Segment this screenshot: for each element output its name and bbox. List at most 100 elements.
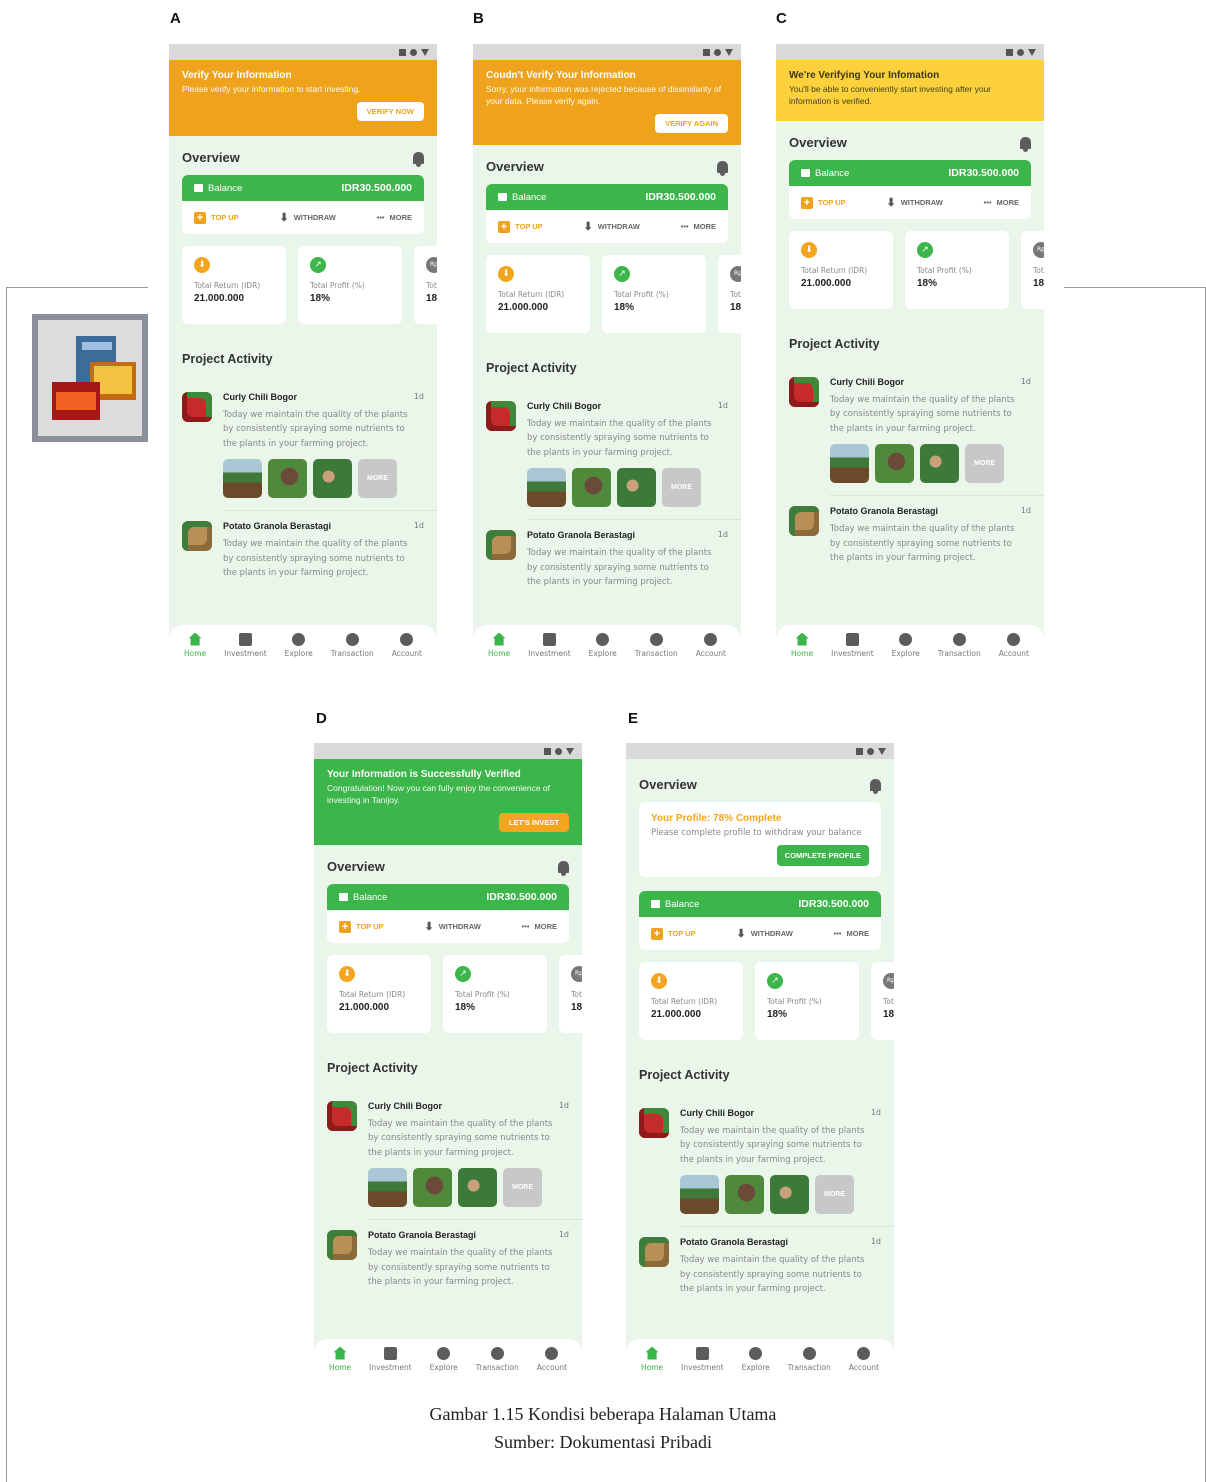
wallet-icon xyxy=(194,183,203,192)
partial-stat-card[interactable]: Rp Tot 18 xyxy=(871,962,894,1040)
activity-item[interactable]: Potato Granola Berastagi 1d Today we main… xyxy=(626,1227,894,1296)
tab-home[interactable]: Home xyxy=(184,632,206,658)
total-profit-card[interactable]: ↗ Total Profit (%) 18% xyxy=(443,955,547,1033)
tab-explore[interactable]: Explore xyxy=(589,632,617,658)
farm-photo[interactable] xyxy=(680,1175,719,1215)
farm-photo[interactable] xyxy=(527,468,566,508)
tab-account[interactable]: Account xyxy=(537,1346,567,1372)
total-return-card[interactable]: ⬇ Total Return (IDR) 21.000.000 xyxy=(182,246,286,324)
tab-investment[interactable]: Investment xyxy=(831,632,874,658)
tab-explore[interactable]: Explore xyxy=(430,1346,458,1372)
partial-stat-card[interactable]: Rp Tot 18 xyxy=(559,955,582,1033)
tab-home[interactable]: Home xyxy=(641,1346,663,1372)
total-return-card[interactable]: ⬇ Total Return (IDR) 21.000.000 xyxy=(327,955,431,1033)
bell-icon[interactable] xyxy=(558,860,569,876)
activity-item[interactable]: Potato Granola Berastagi 1d Today we main… xyxy=(473,520,741,589)
tab-home[interactable]: Home xyxy=(329,1346,351,1372)
tab-investment[interactable]: Investment xyxy=(681,1346,724,1372)
overview-title: Overview xyxy=(486,159,544,174)
tab-account[interactable]: Account xyxy=(392,632,422,658)
activity-item[interactable]: Curly Chili Bogor 1d Today we maintain th… xyxy=(314,1091,582,1219)
top-up-button[interactable]: + TOP UP xyxy=(651,927,696,940)
top-up-button[interactable]: + TOP UP xyxy=(194,211,239,224)
farm-photo[interactable] xyxy=(875,444,914,484)
partial-stat-card[interactable]: Rp Tot 18 xyxy=(718,255,741,333)
top-up-button[interactable]: + TOP UP xyxy=(339,920,384,933)
farm-photo[interactable] xyxy=(572,468,611,508)
more-photos-button[interactable]: MORE xyxy=(815,1175,854,1215)
farm-photo[interactable] xyxy=(223,459,262,499)
total-return-card[interactable]: ⬇ Total Return (IDR) 21.000.000 xyxy=(789,231,893,309)
verifying-banner: We're Verifying Your Infomation You'll b… xyxy=(776,60,1044,121)
tab-transaction[interactable]: Transaction xyxy=(938,632,981,658)
farm-photo[interactable] xyxy=(313,459,352,499)
withdraw-button[interactable]: ⬇ WITHDRAW xyxy=(886,196,942,209)
total-profit-card[interactable]: ↗ Total Profit (%) 18% xyxy=(755,962,859,1040)
activity-item[interactable]: Curly Chili Bogor 1d Today we maintain th… xyxy=(169,382,437,510)
rupiah-icon: Rp xyxy=(571,966,582,982)
bell-icon[interactable] xyxy=(870,778,881,794)
farm-photo[interactable] xyxy=(413,1168,452,1208)
verify-again-button[interactable]: VERIFY AGAIN xyxy=(655,113,728,133)
tab-investment[interactable]: Investment xyxy=(224,632,267,658)
verify-now-button[interactable]: VERIFY NOW xyxy=(356,101,424,121)
tab-explore[interactable]: Explore xyxy=(285,632,313,658)
total-profit-card[interactable]: ↗ Total Profit (%) 18% xyxy=(905,231,1009,309)
farm-photo[interactable] xyxy=(725,1175,764,1215)
activity-item[interactable]: Curly Chili Bogor 1d Today we maintain th… xyxy=(626,1098,894,1226)
total-profit-card[interactable]: ↗ Total Profit (%) 18% xyxy=(298,246,402,324)
farm-photo[interactable] xyxy=(770,1175,809,1215)
farm-photo[interactable] xyxy=(268,459,307,499)
tab-investment[interactable]: Investment xyxy=(369,1346,412,1372)
tab-home[interactable]: Home xyxy=(488,632,510,658)
more-button[interactable]: ••• MORE xyxy=(377,213,412,222)
farm-photo[interactable] xyxy=(458,1168,497,1208)
activity-item[interactable]: Potato Granola Berastagi 1d Today we main… xyxy=(776,496,1044,565)
more-button[interactable]: ••• MORE xyxy=(984,198,1019,207)
tab-transaction[interactable]: Transaction xyxy=(476,1346,519,1372)
more-photos-button[interactable]: MORE xyxy=(358,459,397,499)
tab-transaction[interactable]: Transaction xyxy=(788,1346,831,1372)
partial-stat-card[interactable]: Rp Tot 18 xyxy=(414,246,437,324)
farm-photo[interactable] xyxy=(920,444,959,484)
farm-photo[interactable] xyxy=(830,444,869,484)
more-button[interactable]: ••• MORE xyxy=(834,929,869,938)
activity-item[interactable]: Curly Chili Bogor 1d Today we maintain th… xyxy=(473,391,741,519)
tab-home[interactable]: Home xyxy=(791,632,813,658)
tab-account[interactable]: Account xyxy=(696,632,726,658)
more-photos-button[interactable]: MORE xyxy=(662,468,701,508)
top-up-button[interactable]: + TOP UP xyxy=(801,196,846,209)
tab-account[interactable]: Account xyxy=(849,1346,879,1372)
farm-photo[interactable] xyxy=(617,468,656,508)
more-button[interactable]: ••• MORE xyxy=(681,222,716,231)
tab-explore[interactable]: Explore xyxy=(742,1346,770,1372)
total-return-card[interactable]: ⬇ Total Return (IDR) 21.000.000 xyxy=(639,962,743,1040)
activity-item[interactable]: Potato Granola Berastagi 1d Today we main… xyxy=(314,1220,582,1289)
bell-icon[interactable] xyxy=(717,160,728,176)
withdraw-button[interactable]: ⬇ WITHDRAW xyxy=(424,920,480,933)
complete-profile-button[interactable]: COMPLETE PROFILE xyxy=(776,845,869,866)
more-photos-button[interactable]: MORE xyxy=(965,444,1004,484)
withdraw-button[interactable]: ⬇ WITHDRAW xyxy=(736,927,792,940)
stats-row: ⬇ Total Return (IDR) 21.000.000 ↗ Total Pro… xyxy=(169,234,437,324)
top-up-button[interactable]: + TOP UP xyxy=(498,220,543,233)
tab-transaction[interactable]: Transaction xyxy=(331,632,374,658)
banner-text: You'll be able to conveniently start inv… xyxy=(789,84,992,106)
farm-photo[interactable] xyxy=(368,1168,407,1208)
more-button[interactable]: ••• MORE xyxy=(522,922,557,931)
tab-explore[interactable]: Explore xyxy=(892,632,920,658)
withdraw-button[interactable]: ⬇ WITHDRAW xyxy=(583,220,639,233)
total-profit-card[interactable]: ↗ Total Profit (%) 18% xyxy=(602,255,706,333)
activity-item[interactable]: Potato Granola Berastagi 1d Today we main… xyxy=(169,511,437,580)
bell-icon[interactable] xyxy=(1020,136,1031,152)
more-photos-button[interactable]: MORE xyxy=(503,1168,542,1208)
withdraw-button[interactable]: ⬇ WITHDRAW xyxy=(279,211,335,224)
activity-item[interactable]: Curly Chili Bogor 1d Today we maintain th… xyxy=(776,367,1044,495)
tab-transaction[interactable]: Transaction xyxy=(635,632,678,658)
lets-invest-button[interactable]: LET'S INVEST xyxy=(498,812,569,832)
partial-stat-card[interactable]: Rp Tot 18 xyxy=(1021,231,1044,309)
tab-investment[interactable]: Investment xyxy=(528,632,571,658)
tab-account[interactable]: Account xyxy=(999,632,1029,658)
total-return-card[interactable]: ⬇ Total Return (IDR) 21.000.000 xyxy=(486,255,590,333)
bell-icon[interactable] xyxy=(413,151,424,167)
